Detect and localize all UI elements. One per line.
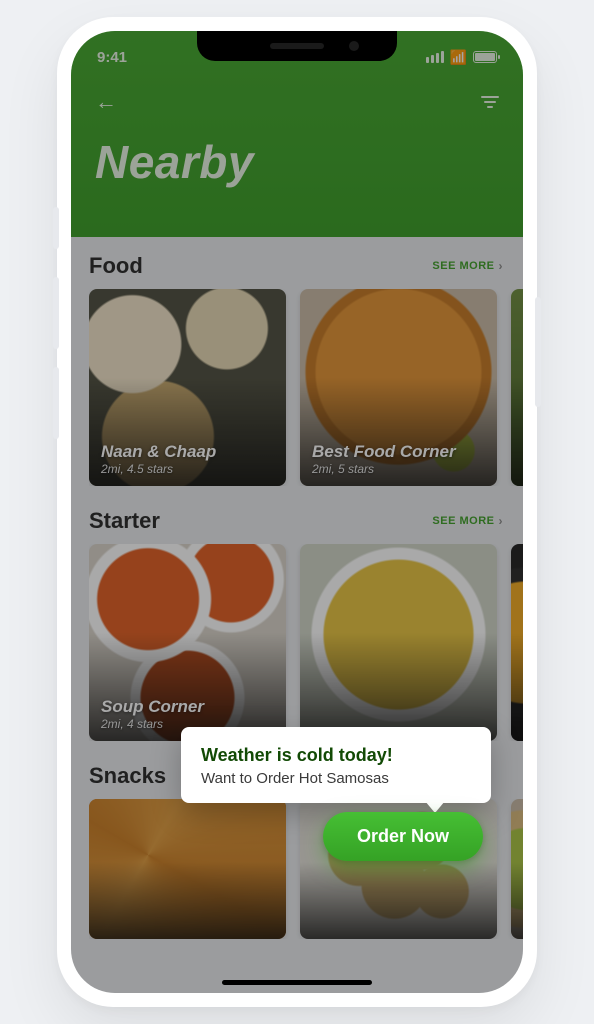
side-button xyxy=(53,277,59,349)
order-now-button[interactable]: Order Now xyxy=(323,812,483,861)
see-more-label: SEE MORE xyxy=(432,260,494,272)
back-arrow-icon[interactable]: ← xyxy=(95,89,117,115)
see-more-label: SEE MORE xyxy=(432,515,494,527)
filter-icon[interactable] xyxy=(481,96,499,108)
status-time: 9:41 xyxy=(97,49,127,66)
food-card-peek[interactable] xyxy=(511,544,523,741)
card-name: Best Food Corner xyxy=(312,442,485,462)
content-area[interactable]: Food SEE MORE › Naan & Chaap 2mi, 4.5 st… xyxy=(71,237,523,993)
app-header: 9:41 📶 ← Nearby xyxy=(71,31,523,237)
side-button xyxy=(53,367,59,439)
popover-title: Weather is cold today! xyxy=(201,745,471,766)
popover-body: Want to Order Hot Samosas xyxy=(201,770,471,787)
chevron-right-icon: › xyxy=(499,514,504,528)
food-card[interactable] xyxy=(89,799,286,939)
suggestion-popover: Weather is cold today! Want to Order Hot… xyxy=(181,727,491,803)
status-icons: 📶 xyxy=(426,49,497,66)
food-card-peek[interactable] xyxy=(511,289,523,486)
food-card-peek[interactable] xyxy=(511,799,523,939)
see-more-link[interactable]: SEE MORE › xyxy=(432,259,503,273)
side-button xyxy=(53,207,59,249)
battery-icon xyxy=(473,51,497,63)
section-starter: Starter SEE MORE › Soup Corner 2mi, 4 st… xyxy=(89,508,523,741)
screen: 9:41 📶 ← Nearby Food SEE MORE xyxy=(71,31,523,993)
section-food: Food SEE MORE › Naan & Chaap 2mi, 4.5 st… xyxy=(89,253,523,486)
wifi-icon: 📶 xyxy=(450,49,467,66)
section-title: Food xyxy=(89,253,143,279)
food-card[interactable] xyxy=(300,544,497,741)
signal-icon xyxy=(426,51,444,63)
card-name: Soup Corner xyxy=(101,697,274,717)
card-meta: 2mi, 5 stars xyxy=(312,462,485,476)
phone-frame: 9:41 📶 ← Nearby Food SEE MORE xyxy=(57,17,537,1007)
chevron-right-icon: › xyxy=(499,259,504,273)
food-card[interactable]: Best Food Corner 2mi, 5 stars xyxy=(300,289,497,486)
side-button xyxy=(535,297,541,407)
notch xyxy=(197,31,397,61)
card-meta: 2mi, 4.5 stars xyxy=(101,462,274,476)
food-card[interactable]: Soup Corner 2mi, 4 stars xyxy=(89,544,286,741)
see-more-link[interactable]: SEE MORE › xyxy=(432,514,503,528)
food-card[interactable]: Naan & Chaap 2mi, 4.5 stars xyxy=(89,289,286,486)
page-title: Nearby xyxy=(71,115,523,189)
card-name: Naan & Chaap xyxy=(101,442,274,462)
home-indicator xyxy=(222,980,372,985)
section-title: Starter xyxy=(89,508,160,534)
section-title: Snacks xyxy=(89,763,166,789)
